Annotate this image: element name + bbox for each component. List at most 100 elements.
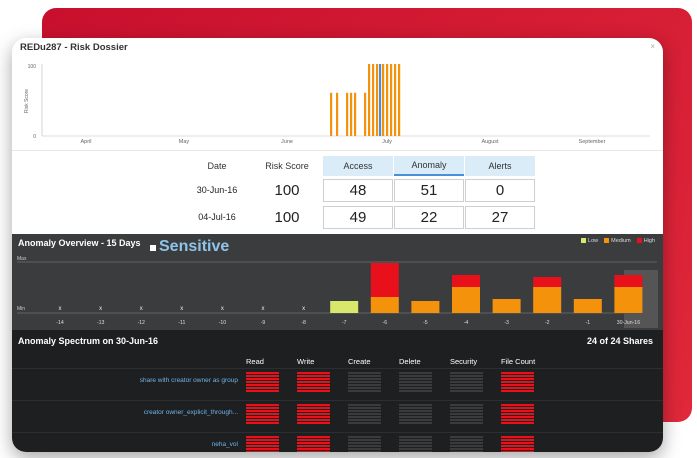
spectrum-title: Anomaly Spectrum on 30-Jun-16	[18, 336, 159, 346]
stripe	[246, 387, 279, 389]
stripe	[501, 436, 534, 438]
spectrum-cell-bars[interactable]	[501, 436, 534, 452]
month-label-august: August	[481, 139, 499, 145]
spectrum-cell-bars[interactable]	[501, 372, 534, 394]
anomaly-bar-segment	[492, 299, 521, 313]
stripe	[501, 422, 534, 424]
risk-score-timeline-svg: 100 0 Risk Score April May June July Aug…	[24, 64, 650, 145]
stripe	[501, 390, 534, 392]
stripe	[348, 448, 381, 450]
spectrum-cell-bars[interactable]	[450, 372, 483, 394]
no-anomaly-marker: x	[221, 306, 224, 312]
share-name[interactable]: creator owner_explicit_through...	[144, 409, 238, 416]
day-label: -3	[504, 320, 509, 326]
stripe	[246, 422, 279, 424]
stripe	[450, 436, 483, 438]
stripe	[348, 439, 381, 441]
spectrum-cell-bars[interactable]	[399, 436, 432, 452]
tab-anomaly[interactable]: Anomaly	[394, 156, 464, 176]
stripe	[246, 372, 279, 374]
stripe	[501, 407, 534, 409]
row1-risk-score: 100	[274, 182, 300, 199]
stripe	[348, 390, 381, 392]
risk-score-bar	[364, 92, 367, 136]
stripe	[501, 381, 534, 383]
row1-access[interactable]: 48	[323, 179, 393, 202]
day-label: -2	[545, 320, 550, 326]
stripe	[399, 375, 432, 377]
legend-medium-label: Medium	[611, 238, 631, 244]
legend-high: High	[636, 238, 655, 244]
stripe	[450, 384, 483, 386]
stripe	[348, 413, 381, 415]
stripe	[399, 448, 432, 450]
row1-alerts[interactable]: 0	[465, 179, 535, 202]
spectrum-cell-bars[interactable]	[450, 436, 483, 452]
spectrum-row[interactable]: neha_vol	[12, 432, 663, 452]
spectrum-row[interactable]: creator owner_explicit_through...	[12, 400, 663, 430]
stripe	[450, 410, 483, 412]
spectrum-cell-bars[interactable]	[399, 372, 432, 394]
stripe	[348, 422, 381, 424]
tab-access[interactable]: Access	[323, 156, 393, 176]
stripe	[399, 419, 432, 421]
spectrum-cell-bars[interactable]	[348, 404, 381, 426]
stripe	[501, 387, 534, 389]
stripe	[399, 384, 432, 386]
stripe	[246, 439, 279, 441]
spectrum-cell-bars[interactable]	[246, 372, 279, 394]
row2-anomaly[interactable]: 22	[394, 206, 464, 229]
stripe	[501, 419, 534, 421]
stripe	[348, 410, 381, 412]
day-label: -6	[382, 320, 387, 326]
stripe	[297, 439, 330, 441]
spectrum-cell-bars[interactable]	[246, 436, 279, 452]
anomaly-bar-segment	[573, 299, 602, 313]
anomaly-bar-segment	[452, 287, 480, 313]
spectrum-cell-bars[interactable]	[399, 404, 432, 426]
spectrum-cell-bars[interactable]	[297, 436, 330, 452]
close-icon[interactable]: ×	[650, 42, 655, 51]
tab-alerts[interactable]: Alerts	[465, 156, 535, 176]
risk-score-bar	[382, 64, 385, 136]
checkbox-icon	[150, 245, 156, 251]
risk-score-bar	[346, 92, 349, 136]
spectrum-cell-bars[interactable]	[450, 404, 483, 426]
stripe	[399, 410, 432, 412]
anomaly-bar-segment	[370, 297, 399, 313]
stripe	[399, 442, 432, 444]
sensitive-toggle[interactable]: Sensitive	[150, 238, 229, 256]
stripe	[297, 375, 330, 377]
stripe	[399, 451, 432, 452]
risk-score-table: Date Risk Score Access Anomaly Alerts 30…	[12, 150, 663, 234]
stripe	[399, 416, 432, 418]
anomaly-bar-segment	[411, 301, 440, 313]
risk-score-bar	[368, 64, 371, 136]
stripe	[399, 436, 432, 438]
spectrum-cell-bars[interactable]	[297, 404, 330, 426]
stripe	[246, 404, 279, 406]
row2-access[interactable]: 49	[323, 206, 393, 229]
row2-alerts[interactable]: 27	[465, 206, 535, 229]
spectrum-cell-bars[interactable]	[297, 372, 330, 394]
stripe	[399, 372, 432, 374]
overview-bars: x -14 x -13 x -12 x -11 x -10 x -9 x -8 -7 -6 -5 -4 -3 -2 -1…	[56, 263, 643, 326]
stripe	[297, 407, 330, 409]
stripe	[399, 445, 432, 447]
spectrum-cell-bars[interactable]	[501, 404, 534, 426]
share-name[interactable]: neha_vol	[212, 441, 238, 448]
risk-score-bar	[386, 64, 389, 136]
legend-low-label: Low	[588, 238, 599, 244]
spectrum-cell-bars[interactable]	[348, 436, 381, 452]
stripe	[501, 404, 534, 406]
spectrum-row[interactable]: share with creator owner as group	[12, 368, 663, 398]
share-name[interactable]: share with creator owner as group	[140, 377, 238, 384]
stripe	[450, 407, 483, 409]
sensitive-label: Sensitive	[159, 238, 230, 255]
spectrum-cell-bars[interactable]	[246, 404, 279, 426]
stripe	[348, 381, 381, 383]
stripe	[297, 372, 330, 374]
row1-anomaly[interactable]: 51	[394, 179, 464, 202]
spectrum-cell-bars[interactable]	[348, 372, 381, 394]
stripe	[348, 445, 381, 447]
